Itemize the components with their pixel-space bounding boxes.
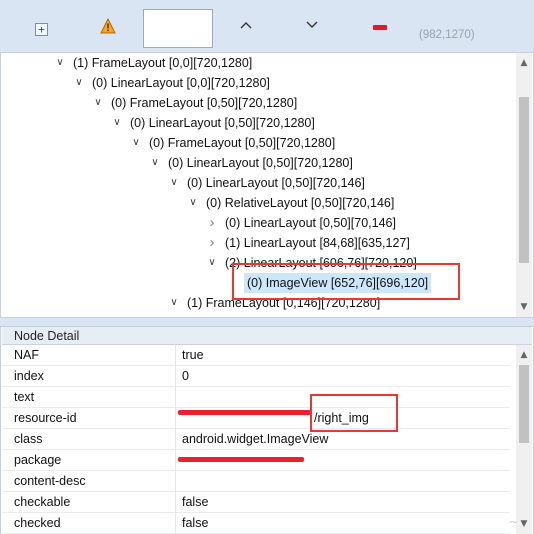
column-separator [175,366,176,387]
annotation-highlight-box [310,394,398,432]
node-detail-title: Node Detail [2,327,532,345]
tree-node[interactable]: ∨ (0) LinearLayout [0,50][720,1280] [148,153,353,173]
column-separator [175,450,176,471]
tree-node[interactable]: › (1) LinearLayout [84,68][635,127] [205,233,410,253]
tree-scrollbar[interactable]: ▲ ▼ [516,53,532,317]
tree-node[interactable]: ∨ (1) FrameLayout [0,0][720,1280] [53,53,252,73]
expand-arrow-icon[interactable]: ∨ [110,113,124,133]
tree-node-label: (1) LinearLayout [84,68][635,127] [225,236,410,250]
tree-node[interactable]: ∨ (0) FrameLayout [0,50][720,1280] [91,93,297,113]
property-row[interactable]: text [2,387,510,408]
toolbar: + (982,1270) [0,0,534,53]
expand-arrow-icon[interactable]: ∨ [167,293,181,313]
tree-node-label: (0) LinearLayout [0,50][720,146] [187,176,365,190]
property-row[interactable]: content-desc [2,471,510,492]
property-key: content-desc [14,474,86,488]
property-key: index [14,369,44,383]
property-row[interactable]: checked false [2,513,510,534]
expand-arrow-icon[interactable]: ∨ [167,173,181,193]
tree-node[interactable]: › (0) LinearLayout [0,50][70,146] [205,213,396,233]
collapse-arrow-icon[interactable]: › [205,213,219,233]
chevron-down-icon[interactable] [303,16,321,34]
scroll-thumb[interactable] [519,365,529,443]
property-value: true [182,348,204,362]
tree-node-label: (0) FrameLayout [0,50][720,1280] [111,96,298,110]
tree-node-label: (0) LinearLayout [0,50][720,1280] [130,116,315,130]
property-key: text [14,390,35,404]
tree-node[interactable]: ∨ (0) FrameLayout [0,50][720,1280] [129,133,335,153]
property-key: class [14,432,43,446]
property-key: checkable [14,495,71,509]
tree-node[interactable]: ∨ (0) LinearLayout [0,50][720,146] [167,173,365,193]
column-separator [175,492,176,513]
warning-triangle-icon[interactable] [100,17,116,35]
expand-arrow-icon[interactable]: ∨ [205,253,219,273]
annotation-highlight-box [232,263,460,300]
scroll-up-icon[interactable]: ▲ [516,347,532,363]
column-separator [175,513,176,534]
property-key: package [14,453,62,467]
property-key: checked [14,516,61,530]
property-row[interactable]: checkable false [2,492,510,513]
column-separator [175,387,176,408]
panel-divider[interactable] [0,317,534,327]
minus-icon[interactable] [373,25,387,30]
property-value: false [182,495,209,509]
expand-arrow-icon[interactable]: ∨ [148,153,162,173]
watermark-logo: ~ [508,515,519,530]
tree-node-label: (0) LinearLayout [0,50][720,1280] [168,156,353,170]
property-row[interactable]: index 0 [2,366,510,387]
screenshot-preview-box[interactable] [143,9,213,48]
chevron-up-icon[interactable] [237,16,255,34]
property-value: false [182,516,209,530]
hierarchy-tree[interactable]: ∨ (1) FrameLayout [0,0][720,1280] ∨ (0) Lin… [0,53,534,317]
tree-node[interactable]: ∨ (0) RelativeLayout [0,50][720,146] [186,193,394,213]
tree-node-label: (0) RelativeLayout [0,50][720,146] [206,196,395,210]
tree-node[interactable]: ∨ (0) LinearLayout [0,50][720,1280] [110,113,315,133]
expand-all-icon[interactable]: + [35,23,48,36]
scroll-up-icon[interactable]: ▲ [516,55,532,71]
node-detail-panel: Node Detail NAF true index 0 text resource-id… [0,327,534,534]
scroll-down-icon[interactable]: ▼ [516,299,532,315]
tree-node-label: (1) FrameLayout [0,0][720,1280] [73,56,253,70]
column-separator [175,345,176,366]
pointer-coordinates: (982,1270) [419,29,475,41]
tree-node-label: (0) FrameLayout [0,50][720,1280] [149,136,336,150]
redaction-mark [178,410,311,415]
redaction-mark [178,457,304,462]
column-separator [175,408,176,429]
expand-arrow-icon[interactable]: ∨ [72,73,86,93]
property-key: NAF [14,348,39,362]
property-value: 0 [182,369,189,383]
collapse-arrow-icon[interactable]: › [205,233,219,253]
expand-arrow-icon[interactable]: ∨ [53,53,67,73]
scroll-thumb[interactable] [519,97,529,263]
expand-arrow-icon[interactable]: ∨ [91,93,105,113]
tree-node[interactable]: ∨ (0) LinearLayout [0,0][720,1280] [72,73,270,93]
column-separator [175,471,176,492]
property-key: resource-id [14,411,77,425]
tree-node-label: (0) LinearLayout [0,50][70,146] [225,216,396,230]
property-row[interactable]: class android.widget.ImageView [2,429,510,450]
property-row[interactable]: NAF true [2,345,510,366]
detail-scrollbar[interactable]: ▲ ▼ [516,345,532,534]
property-value: android.widget.ImageView [182,432,329,446]
tree-node-label: (0) LinearLayout [0,0][720,1280] [92,76,270,90]
column-separator [175,429,176,450]
expand-arrow-icon[interactable]: ∨ [186,193,200,213]
expand-arrow-icon[interactable]: ∨ [129,133,143,153]
